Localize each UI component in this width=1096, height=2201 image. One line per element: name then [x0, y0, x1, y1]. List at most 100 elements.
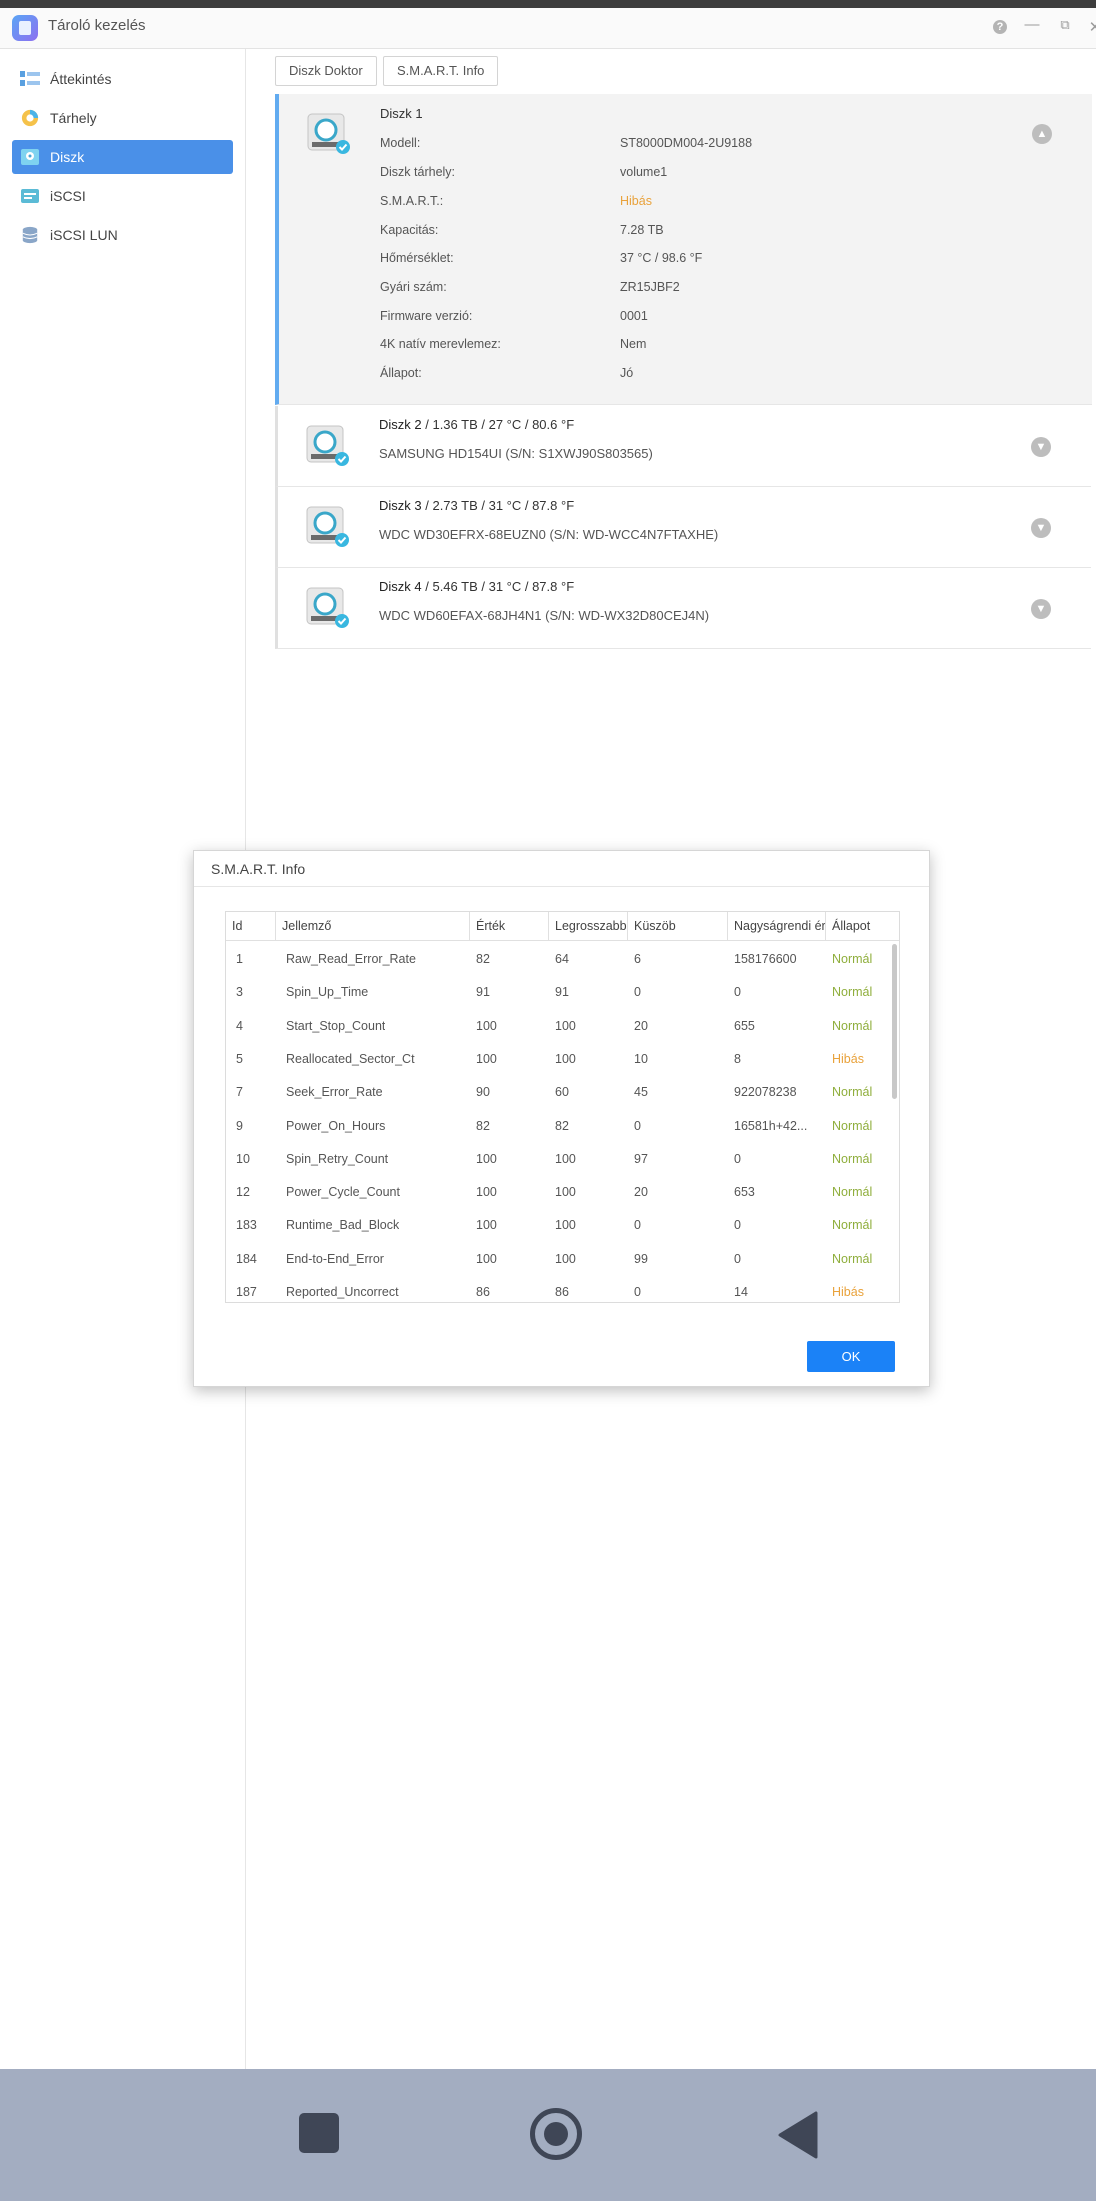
- home-button[interactable]: [530, 2108, 582, 2160]
- window-titlebar: Tároló kezelés ? — ⧉ ✕: [0, 8, 1096, 49]
- column-header-threshold[interactable]: Küszöb: [628, 912, 728, 941]
- cell-raw-value: 0: [734, 1151, 741, 1166]
- restore-icon[interactable]: ⧉: [1055, 17, 1075, 33]
- cell-id: 10: [236, 1151, 250, 1166]
- cell-status: Normál: [832, 1185, 873, 1200]
- help-icon[interactable]: ?: [993, 20, 1007, 34]
- table-row[interactable]: 5 Reallocated_Sector_Ct 100 100 10 8 Hibás: [226, 1043, 886, 1076]
- column-header-worst[interactable]: Legrosszabb: [549, 912, 628, 941]
- detail-label-serial: Gyári szám:: [380, 280, 447, 294]
- sidebar-item-label: Tárhely: [50, 110, 97, 126]
- storage-pie-icon: [21, 109, 39, 127]
- cell-threshold: 0: [634, 985, 641, 1000]
- detail-label-firmware: Firmware verzió:: [380, 309, 473, 323]
- dialog-title: S.M.A.R.T. Info: [211, 861, 306, 877]
- cell-attribute: Start_Stop_Count: [286, 1018, 386, 1033]
- close-icon[interactable]: ✕: [1085, 18, 1096, 36]
- disk-doctor-button[interactable]: Diszk Doktor: [275, 56, 377, 86]
- disk-card-4[interactable]: Diszk 4 / 5.46 TB / 31 °C / 87.8 °F WDC …: [275, 568, 1091, 649]
- table-row[interactable]: 183 Runtime_Bad_Block 100 100 0 0 Normál: [226, 1209, 886, 1242]
- disk-card-2[interactable]: Diszk 2 / 1.36 TB / 27 °C / 80.6 °F SAMS…: [275, 406, 1091, 487]
- column-header-attribute[interactable]: Jellemző: [276, 912, 470, 941]
- table-row[interactable]: 12 Power_Cycle_Count 100 100 20 653 Normál: [226, 1176, 886, 1209]
- table-row[interactable]: 1 Raw_Read_Error_Rate 82 64 6 158176600 Normál: [226, 943, 886, 976]
- cell-attribute: Spin_Up_Time: [286, 985, 369, 1000]
- table-scrollbar[interactable]: [892, 944, 897, 1099]
- minimize-icon[interactable]: —: [1022, 16, 1042, 33]
- cell-attribute: Power_On_Hours: [286, 1118, 386, 1133]
- sidebar-item-iscsi-lun[interactable]: iSCSI LUN: [12, 218, 233, 252]
- cell-status: Hibás: [832, 1051, 864, 1066]
- recent-apps-button[interactable]: [299, 2113, 339, 2153]
- hard-disk-icon: [307, 113, 350, 154]
- cell-id: 9: [236, 1118, 243, 1133]
- cell-raw-value: 0: [734, 1218, 741, 1233]
- chevron-down-icon[interactable]: ▼: [1031, 599, 1051, 619]
- cell-status: Normál: [832, 1251, 873, 1266]
- back-button[interactable]: [778, 2111, 818, 2159]
- cell-threshold: 45: [634, 1085, 648, 1100]
- chevron-up-icon[interactable]: ▲: [1032, 124, 1052, 144]
- cell-status: Normál: [832, 1118, 873, 1133]
- cell-id: 183: [236, 1218, 257, 1233]
- chevron-down-icon[interactable]: ▼: [1031, 518, 1051, 538]
- cell-attribute: Seek_Error_Rate: [286, 1085, 383, 1100]
- detail-value-model: ST8000DM004-2U9188: [620, 136, 753, 150]
- disk-title: Diszk 4 / 5.46 TB / 31 °C / 87.8 °F: [379, 579, 574, 594]
- table-row[interactable]: 10 Spin_Retry_Count 100 100 97 0 Normál: [226, 1143, 886, 1176]
- table-row[interactable]: 7 Seek_Error_Rate 90 60 45 922078238 Normál: [226, 1076, 886, 1109]
- table-row[interactable]: 184 End-to-End_Error 100 100 99 0 Normál: [226, 1243, 886, 1276]
- cell-id: 187: [236, 1285, 257, 1299]
- cell-value: 82: [476, 1118, 490, 1133]
- detail-value-4k-native: Nem: [620, 337, 647, 351]
- cell-threshold: 20: [634, 1018, 648, 1033]
- cell-threshold: 20: [634, 1185, 648, 1200]
- column-header-status[interactable]: Állapot: [826, 912, 899, 941]
- cell-status: Normál: [832, 952, 873, 966]
- cell-worst: 60: [555, 1085, 569, 1100]
- table-row[interactable]: 9 Power_On_Hours 82 82 0 16581h+42... Normál: [226, 1110, 886, 1143]
- cell-threshold: 10: [634, 1051, 648, 1066]
- window-title: Tároló kezelés: [48, 17, 146, 34]
- detail-value-smart: Hibás: [620, 194, 652, 208]
- column-header-raw-value[interactable]: Nagyságrendi érték: [728, 912, 826, 941]
- disk-name: Diszk 2: [379, 417, 422, 432]
- disk-stats: / 5.46 TB / 31 °C / 87.8 °F: [421, 579, 575, 594]
- smart-info-button[interactable]: S.M.A.R.T. Info: [383, 56, 499, 86]
- cell-attribute: Reported_Uncorrect: [286, 1285, 399, 1299]
- cell-worst: 100: [555, 1218, 576, 1233]
- cell-value: 91: [476, 985, 490, 1000]
- cell-raw-value: 8: [734, 1051, 741, 1066]
- table-row[interactable]: 187 Reported_Uncorrect 86 86 0 14 Hibás: [226, 1276, 886, 1302]
- sidebar-item-storage[interactable]: Tárhely: [12, 101, 233, 135]
- disk-title: Diszk 1: [380, 106, 423, 121]
- cell-threshold: 0: [634, 1285, 641, 1299]
- hard-disk-icon: [306, 425, 349, 466]
- cell-value: 100: [476, 1218, 497, 1233]
- table-row[interactable]: 3 Spin_Up_Time 91 91 0 0 Normál: [226, 976, 886, 1009]
- table-row[interactable]: 4 Start_Stop_Count 100 100 20 655 Normál: [226, 1010, 886, 1043]
- cell-id: 5: [236, 1051, 243, 1066]
- cell-raw-value: 14: [734, 1285, 748, 1299]
- disk-card-3[interactable]: Diszk 3 / 2.73 TB / 31 °C / 87.8 °F WDC …: [275, 487, 1091, 568]
- storage-app-icon: [12, 15, 38, 41]
- column-header-value[interactable]: Érték: [470, 912, 549, 941]
- cell-raw-value: 158176600: [734, 952, 797, 966]
- disk-stats: / 2.73 TB / 31 °C / 87.8 °F: [421, 498, 575, 513]
- cell-worst: 100: [555, 1051, 576, 1066]
- sidebar-item-disk[interactable]: Diszk: [12, 140, 233, 174]
- ok-button[interactable]: OK: [807, 1341, 895, 1372]
- cell-raw-value: 0: [734, 1251, 741, 1266]
- cell-id: 3: [236, 985, 243, 1000]
- cell-status: Normál: [832, 1085, 873, 1100]
- disk-model: WDC WD60EFAX-68JH4N1 (S/N: WD-WX32D80CEJ…: [379, 608, 710, 623]
- detail-label-capacity: Kapacitás:: [380, 223, 439, 237]
- sidebar-item-overview[interactable]: Áttekintés: [12, 62, 233, 96]
- cell-id: 1: [236, 952, 243, 966]
- sidebar-item-iscsi[interactable]: iSCSI: [12, 179, 233, 213]
- chevron-down-icon[interactable]: ▼: [1031, 437, 1051, 457]
- cell-value: 100: [476, 1185, 497, 1200]
- cell-id: 4: [236, 1018, 243, 1033]
- disk-card-1[interactable]: Diszk 1 Modell: ST8000DM004-2U9188 Diszk…: [275, 94, 1092, 405]
- column-header-id[interactable]: Id: [226, 912, 276, 941]
